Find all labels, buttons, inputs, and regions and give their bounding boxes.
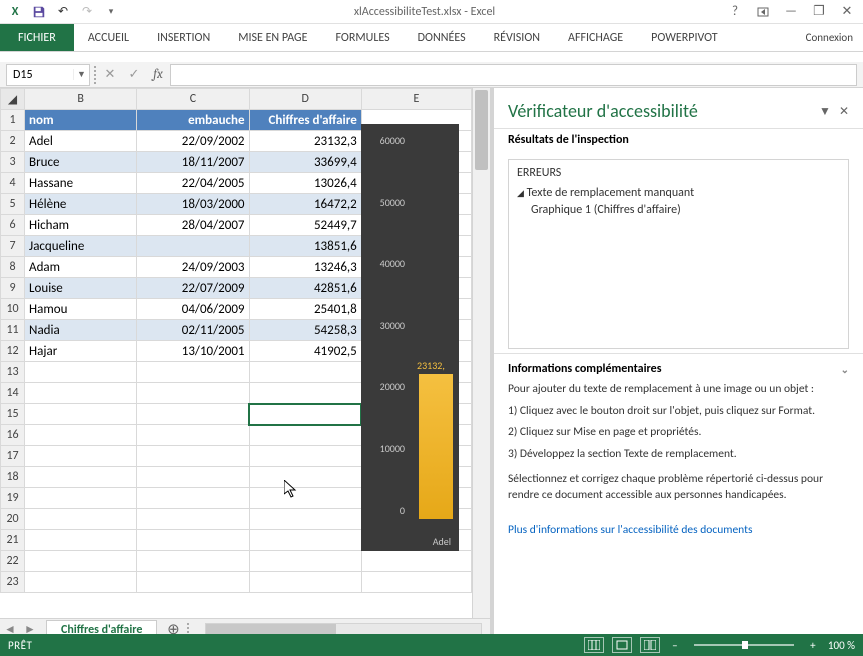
tab-formules[interactable]: FORMULES	[322, 24, 404, 51]
header-nom[interactable]: nom	[25, 110, 137, 131]
tab-affichage[interactable]: AFFICHAGE	[554, 24, 637, 51]
zoom-in-button[interactable]: +	[806, 639, 820, 652]
chart-y-axis: 60000 50000 40000 30000 20000 10000 0	[361, 134, 411, 519]
col-header-C[interactable]: C	[137, 89, 249, 110]
chevron-down-icon[interactable]: ⌄	[841, 363, 849, 376]
save-button[interactable]	[28, 2, 50, 22]
cancel-formula-icon[interactable]: ✕	[98, 64, 122, 86]
chart-bar	[419, 374, 453, 519]
help-button[interactable]: ?	[723, 2, 747, 22]
table-row[interactable]: 22	[1, 551, 472, 572]
pane-info-text: 2) Cliquez sur Mise en page et propriété…	[508, 425, 849, 441]
chart-object[interactable]: 60000 50000 40000 30000 20000 10000 0 23…	[361, 124, 459, 551]
accessibility-checker-pane: Vérificateur d'accessibilité ▼ ✕ Résulta…	[490, 88, 863, 640]
worksheet-grid[interactable]: ◢ B C D E 1 nom embauche Chiffres d'affa…	[0, 88, 472, 618]
header-ca[interactable]: Chiffres d'affaire	[249, 110, 361, 131]
view-page-layout-icon[interactable]	[612, 637, 632, 653]
pane-info-text: 3) Développez la section Texte de rempla…	[508, 447, 849, 463]
tab-insertion[interactable]: INSERTION	[143, 24, 224, 51]
tab-powerpivot[interactable]: POWERPIVOT	[637, 24, 731, 51]
pane-options-icon[interactable]: ▼	[819, 104, 831, 119]
pane-title: Vérificateur d'accessibilité	[508, 100, 811, 122]
fx-button[interactable]: fx	[146, 64, 170, 86]
tab-donnees[interactable]: DONNÉES	[404, 24, 480, 51]
tab-revision[interactable]: RÉVISION	[480, 24, 554, 51]
active-cell	[249, 404, 361, 425]
select-all-corner[interactable]: ◢	[1, 89, 25, 110]
pane-info-text: Pour ajouter du texte de remplacement à …	[508, 382, 849, 398]
connexion-link[interactable]: Connexion	[796, 24, 863, 51]
error-item[interactable]: ◢ Texte de remplacement manquant	[517, 186, 840, 200]
name-box[interactable]: D15 ▼	[6, 64, 90, 86]
pane-more-info-link[interactable]: Plus d'informations sur l'accessibilité …	[494, 517, 863, 543]
restore-button[interactable]: ❐	[807, 2, 831, 22]
chart-bar-label: 23132,	[417, 359, 445, 372]
chart-x-label: Adel	[361, 535, 459, 548]
undo-button[interactable]: ↶	[52, 2, 74, 22]
redo-button[interactable]: ↷	[76, 2, 98, 22]
table-row[interactable]: 23	[1, 572, 472, 593]
view-normal-icon[interactable]	[584, 637, 604, 653]
excel-icon[interactable]: X	[4, 2, 26, 22]
formula-input[interactable]	[170, 64, 857, 86]
close-button[interactable]: ✕	[835, 2, 859, 22]
zoom-out-button[interactable]: –	[668, 639, 682, 652]
view-page-break-icon[interactable]	[640, 637, 660, 653]
pane-info-text: 1) Cliquez avec le bouton droit sur l'ob…	[508, 404, 849, 420]
column-headers[interactable]: ◢ B C D E	[1, 89, 472, 110]
error-list[interactable]: ERREURS ◢ Texte de remplacement manquant…	[508, 159, 849, 349]
formula-bar: D15 ▼ ✕ ✓ fx	[0, 62, 863, 88]
zoom-level[interactable]: 100 %	[828, 639, 855, 652]
window-title: xlAccessibiliteTest.xlsx - Excel	[126, 5, 723, 19]
tab-accueil[interactable]: ACCUEIL	[74, 24, 143, 51]
col-header-E[interactable]: E	[361, 89, 471, 110]
status-bar: PRÊT – + 100 %	[0, 634, 863, 656]
pane-close-icon[interactable]: ✕	[839, 104, 849, 119]
pane-section-results: Résultats de l'inspection	[494, 128, 863, 155]
col-header-B[interactable]: B	[25, 89, 137, 110]
error-group-label: ERREURS	[517, 166, 840, 180]
title-bar: X ↶ ↷ ▾ xlAccessibiliteTest.xlsx - Excel…	[0, 0, 863, 24]
name-box-value: D15	[7, 68, 73, 82]
qat-customize-icon[interactable]: ▾	[100, 2, 122, 22]
ribbon: FICHIER ACCUEIL INSERTION MISE EN PAGE F…	[0, 24, 863, 52]
minimize-button[interactable]: —	[779, 2, 803, 22]
zoom-slider[interactable]	[694, 644, 794, 646]
pane-info-header[interactable]: Informations complémentaires ⌄	[508, 362, 849, 376]
error-sub-item[interactable]: Graphique 1 (Chiffres d'affaire)	[531, 203, 840, 217]
ribbon-display-icon[interactable]	[751, 2, 775, 22]
tab-mise-en-page[interactable]: MISE EN PAGE	[224, 24, 321, 51]
accept-formula-icon[interactable]: ✓	[122, 64, 146, 86]
pane-info-text: Sélectionnez et corrigez chaque problème…	[508, 472, 849, 503]
header-embauche[interactable]: embauche	[137, 110, 249, 131]
col-header-D[interactable]: D	[249, 89, 361, 110]
tab-file[interactable]: FICHIER	[0, 24, 74, 51]
status-ready: PRÊT	[0, 639, 32, 652]
name-box-dropdown-icon[interactable]: ▼	[73, 69, 89, 80]
vertical-scrollbar[interactable]	[472, 88, 490, 618]
